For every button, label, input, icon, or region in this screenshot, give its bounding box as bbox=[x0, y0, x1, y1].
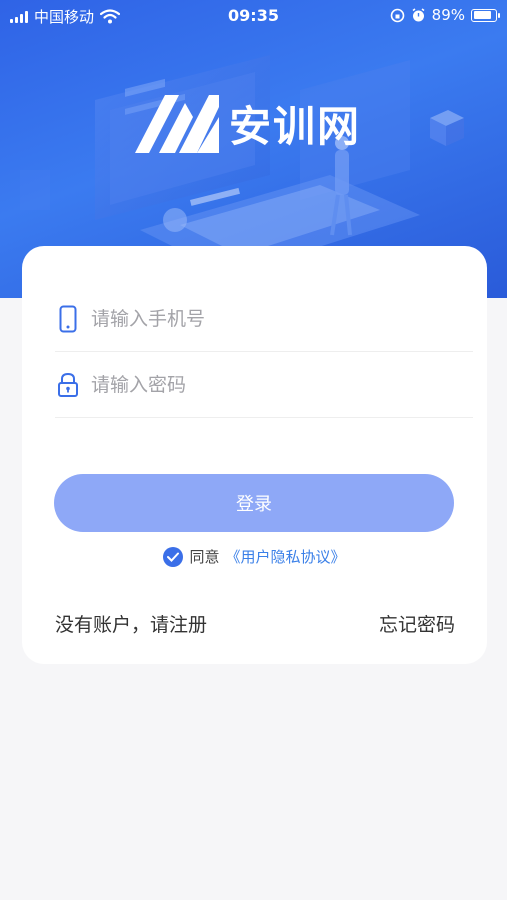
status-bar: 中国移动 09:35 89% bbox=[0, 0, 507, 30]
account-links: 没有账户，请注册 忘记密码 bbox=[55, 610, 455, 637]
privacy-agreement-link[interactable]: 《用户隐私协议》 bbox=[226, 546, 346, 567]
alarm-icon bbox=[412, 7, 425, 21]
agree-label: 同意 bbox=[189, 548, 220, 566]
login-card: 登录 同意 《用户隐私协议》 没有账户，请注册 忘记密码 bbox=[22, 246, 487, 664]
battery-percent: 89% bbox=[431, 6, 465, 24]
register-link[interactable]: 没有账户，请注册 bbox=[55, 610, 207, 637]
brand-logo: 安训网 bbox=[135, 93, 361, 154]
orientation-lock-icon bbox=[390, 8, 404, 22]
agree-checkbox[interactable] bbox=[163, 546, 184, 567]
brand-name: 安训网 bbox=[229, 102, 362, 151]
password-field bbox=[55, 352, 473, 418]
login-button[interactable]: 登录 bbox=[54, 474, 454, 532]
battery-icon bbox=[471, 8, 500, 22]
check-icon bbox=[167, 552, 180, 562]
agreement-row: 同意 《用户隐私协议》 bbox=[22, 546, 487, 567]
phone-icon bbox=[55, 303, 81, 335]
phone-field bbox=[55, 286, 473, 352]
phone-input[interactable] bbox=[91, 307, 451, 330]
login-screen: 安训网 中国移动 09:35 89% 请输入手机号 登录 同意 《用户隐私协议》… bbox=[0, 0, 507, 900]
forgot-password-link[interactable]: 忘记密码 bbox=[379, 610, 455, 637]
logo-mark-icon bbox=[135, 94, 219, 153]
lock-icon bbox=[55, 369, 81, 401]
password-input[interactable] bbox=[91, 373, 451, 396]
